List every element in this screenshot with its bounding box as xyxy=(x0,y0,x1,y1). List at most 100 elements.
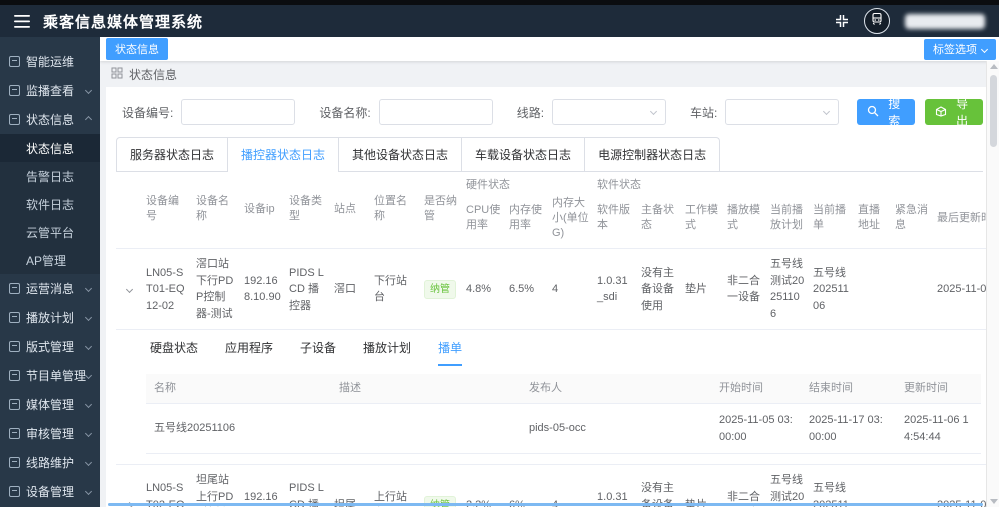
detail-cell-1 xyxy=(331,404,521,454)
col-header-managed: 是否纳管 xyxy=(420,172,462,249)
breadcrumb-label: 状态信息 xyxy=(129,66,177,83)
tab-1[interactable]: 播控器状态日志 xyxy=(228,137,339,171)
detail-header-row: 名称描述发布人开始时间结束时间更新时间 xyxy=(146,374,981,403)
sidebar-item-label: 节目单管理 xyxy=(26,367,86,384)
sidebar-item-label: 运营消息 xyxy=(26,280,86,297)
export-button[interactable]: 导出 xyxy=(925,99,983,125)
filter-label-1: 设备名称: xyxy=(319,104,370,121)
export-button-label: 导出 xyxy=(951,95,973,129)
scroll-up-arrow[interactable] xyxy=(990,64,998,69)
sidebar-submenu: 状态信息告警日志软件日志云管平台AP管理 xyxy=(0,134,100,274)
cell-cpu: 4.8% xyxy=(462,249,505,330)
menu-toggle-icon[interactable] xyxy=(14,15,30,28)
detail-tab-0[interactable]: 硬盘状态 xyxy=(150,339,198,366)
sidebar-item-8[interactable]: 审核管理 xyxy=(0,419,100,448)
expand-toggle[interactable] xyxy=(116,465,142,507)
detail-cell-2: pids-05-occ xyxy=(521,404,711,454)
detail-panel: 硬盘状态应用程序子设备播放计划播单名称描述发布人开始时间结束时间更新时间五号线2… xyxy=(116,330,993,465)
sidebar-item-label: 监播查看 xyxy=(26,82,86,99)
sidebar-subitem-0[interactable]: 状态信息 xyxy=(0,134,100,162)
detail-table: 名称描述发布人开始时间结束时间更新时间五号线20251106pids-05-oc… xyxy=(146,374,981,454)
cell-sw: 1.0.31_sdi xyxy=(593,249,637,330)
sidebar-subitem-3[interactable]: 云管平台 xyxy=(0,218,100,246)
cell-playlist: 五号线20251106 xyxy=(809,249,854,330)
chevron-down-icon xyxy=(85,401,92,408)
detail-tab-3[interactable]: 播放计划 xyxy=(363,339,411,366)
tab-3[interactable]: 车载设备状态日志 xyxy=(462,137,585,171)
vertical-scrollbar[interactable] xyxy=(986,61,999,507)
menu-icon xyxy=(9,114,20,125)
cell-sw: 1.0.31_sdi xyxy=(593,465,637,507)
app-title: 乘客信息媒体管理系统 xyxy=(43,11,203,32)
cell-master: 没有主备设备使用 xyxy=(637,249,681,330)
tab-0[interactable]: 服务器状态日志 xyxy=(116,137,228,171)
detail-cell-3: 2025-11-05 03:00:00 xyxy=(711,404,801,454)
chevron-down-icon xyxy=(85,87,92,94)
filter-label-2: 线路: xyxy=(517,104,544,121)
sidebar-item-6[interactable]: 节目单管理 xyxy=(0,361,100,390)
fullscreen-icon[interactable] xyxy=(835,14,849,28)
cell-updated: 2025-11-06 16: xyxy=(933,249,993,330)
sidebar-item-3[interactable]: 运营消息 xyxy=(0,274,100,303)
filter-select-3[interactable] xyxy=(725,99,839,125)
col-header-emergency: 紧急消息 xyxy=(891,194,933,249)
chevron-down-icon xyxy=(85,314,92,321)
group-header-hw: 硬件状态 xyxy=(462,172,593,194)
search-button[interactable]: 搜索 xyxy=(857,99,915,125)
detail-col-header-3: 开始时间 xyxy=(711,374,801,403)
detail-tab-1[interactable]: 应用程序 xyxy=(225,339,273,366)
detail-col-header-5: 更新时间 xyxy=(896,374,981,403)
search-icon xyxy=(867,105,879,120)
export-box-icon xyxy=(935,105,947,120)
cell-type: PIDS LCD 播控器 xyxy=(285,465,330,507)
sidebar-item-label: 智能运维 xyxy=(26,53,91,70)
tag-status-info[interactable]: 状态信息 xyxy=(106,38,168,60)
sidebar-subitem-label: 软件日志 xyxy=(26,196,91,213)
detail-cell-5: 2025-11-06 14:54:44 xyxy=(896,404,981,454)
chevron-down-icon xyxy=(85,459,92,466)
header-row-groups: 设备编号设备名称设备ip设备类型站点位置名称是否纳管硬件状态软件状态 xyxy=(116,172,993,194)
sidebar-item-4[interactable]: 播放计划 xyxy=(0,303,100,332)
menu-icon xyxy=(9,457,20,468)
sidebar-item-10[interactable]: 设备管理 xyxy=(0,477,100,506)
sidebar-item-1[interactable]: 监播查看 xyxy=(0,76,100,105)
sidebar-subitem-4[interactable]: AP管理 xyxy=(0,246,100,274)
cell-device_id: LN05-ST01-EQ12-02 xyxy=(142,249,192,330)
sidebar-item-2[interactable]: 状态信息 xyxy=(0,105,100,134)
sidebar-item-7[interactable]: 媒体管理 xyxy=(0,390,100,419)
detail-tab-2[interactable]: 子设备 xyxy=(300,339,336,366)
menu-icon xyxy=(9,428,20,439)
horizontal-scrollbar[interactable] xyxy=(108,503,983,506)
cell-location: 上行站台 xyxy=(370,465,420,507)
app-window: 乘客信息媒体管理系统 智能运维监播查看状态信息状态信息告警日志软件日志云管平台A… xyxy=(0,0,999,507)
cell-emergency xyxy=(891,465,933,507)
cell-cpu: 2.2% xyxy=(462,465,505,507)
tab-4[interactable]: 电源控制器状态日志 xyxy=(585,137,720,171)
filter-input-0[interactable] xyxy=(181,99,295,125)
filter-select-2[interactable] xyxy=(552,99,666,125)
filter-input-1[interactable] xyxy=(379,99,493,125)
sidebar-item-0[interactable]: 智能运维 xyxy=(0,47,100,76)
detail-table-body: 五号线20251106pids-05-occ2025-11-05 03:00:0… xyxy=(146,404,981,454)
sidebar-item-9[interactable]: 线路维护 xyxy=(0,448,100,477)
scroll-down-arrow[interactable] xyxy=(990,499,998,504)
sidebar-item-label: 审核管理 xyxy=(26,425,86,442)
cell-device_id: LN05-ST02-EQ12-01 xyxy=(142,465,192,507)
user-avatar[interactable] xyxy=(864,8,890,34)
col-header-station: 站点 xyxy=(330,172,370,249)
col-header-mem: 内存使用率 xyxy=(505,194,548,249)
sidebar-subitem-1[interactable]: 告警日志 xyxy=(0,162,100,190)
col-header-memsize: 内存大小(单位G) xyxy=(548,194,593,249)
col-header-device_name: 设备名称 xyxy=(192,172,240,249)
menu-icon xyxy=(9,486,20,497)
managed-badge: 纳管 xyxy=(424,280,456,299)
scroll-thumb[interactable] xyxy=(990,75,997,147)
chevron-down-icon xyxy=(85,372,92,379)
sidebar-subitem-2[interactable]: 软件日志 xyxy=(0,190,100,218)
expand-toggle[interactable] xyxy=(116,249,142,330)
sidebar-item-5[interactable]: 版式管理 xyxy=(0,332,100,361)
detail-tab-4[interactable]: 播单 xyxy=(438,339,462,366)
tab-2[interactable]: 其他设备状态日志 xyxy=(339,137,462,171)
tag-options-button[interactable]: 标签选项 xyxy=(924,39,996,60)
chevron-down-icon xyxy=(85,488,92,495)
